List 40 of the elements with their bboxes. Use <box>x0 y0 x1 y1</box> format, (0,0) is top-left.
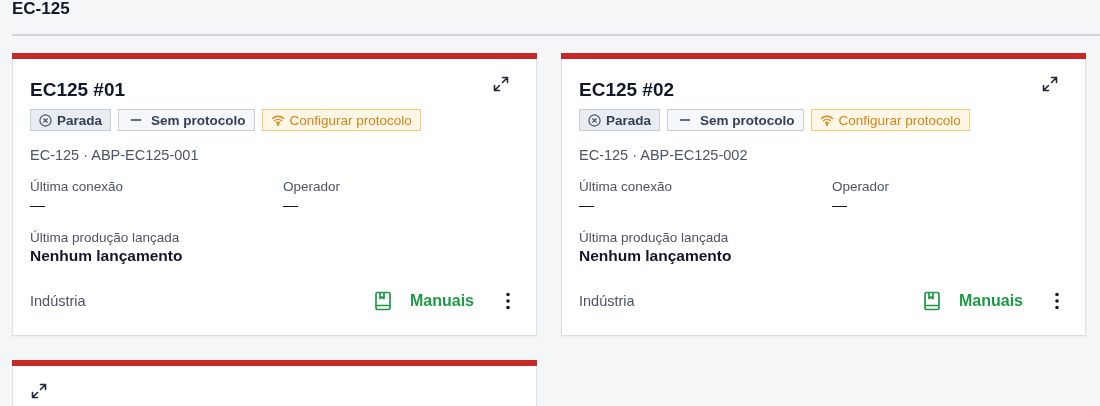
expand-icon[interactable] <box>30 382 48 400</box>
field-label: Operador <box>832 179 891 194</box>
field-label: Última conexão <box>579 179 674 194</box>
manuals-button[interactable]: Manuais <box>923 291 1023 311</box>
book-icon <box>374 291 392 311</box>
field-label: Última conexão <box>30 179 125 194</box>
x-circle-icon <box>588 113 601 127</box>
production-value: Nenhum lançamento <box>30 247 184 265</box>
configure-protocol-button[interactable]: Configurar protocolo <box>810 109 970 131</box>
field-label: Operador <box>283 179 342 194</box>
card-title: EC125 #02 <box>579 79 675 101</box>
card-title: EC125 #01 <box>30 79 126 101</box>
field-label: Última produção lançada <box>30 230 181 245</box>
wifi-icon <box>270 114 285 126</box>
field-value: — <box>30 196 46 213</box>
protocol-badge: Sem protocolo <box>667 109 804 131</box>
section-title: EC-125 <box>12 0 71 20</box>
book-icon <box>923 291 941 311</box>
status-badge: Parada <box>579 109 661 131</box>
wifi-icon <box>819 114 834 126</box>
protocol-badge: Sem protocolo <box>118 109 255 131</box>
manuals-button[interactable]: Manuais <box>374 291 474 311</box>
expand-icon[interactable] <box>492 75 510 93</box>
more-options-icon[interactable] <box>506 292 510 310</box>
configure-protocol-button[interactable]: Configurar protocolo <box>261 109 421 131</box>
dash-icon <box>130 116 143 124</box>
machine-model: EC-125 · ABP-EC125-002 <box>579 147 749 163</box>
production-value: Nenhum lançamento <box>579 247 733 265</box>
field-value: — <box>832 196 848 213</box>
machine-model: EC-125 · ABP-EC125-001 <box>30 147 200 163</box>
status-badge: Parada <box>30 109 112 131</box>
field-label: Última produção lançada <box>579 230 730 245</box>
more-options-icon[interactable] <box>1055 292 1059 310</box>
expand-icon[interactable] <box>1041 75 1059 93</box>
x-circle-icon <box>39 113 52 127</box>
segment-label: Indústria <box>579 293 636 309</box>
dash-icon <box>679 116 692 124</box>
field-value: — <box>283 196 299 213</box>
segment-label: Indústria <box>30 293 87 309</box>
field-value: — <box>579 196 595 213</box>
